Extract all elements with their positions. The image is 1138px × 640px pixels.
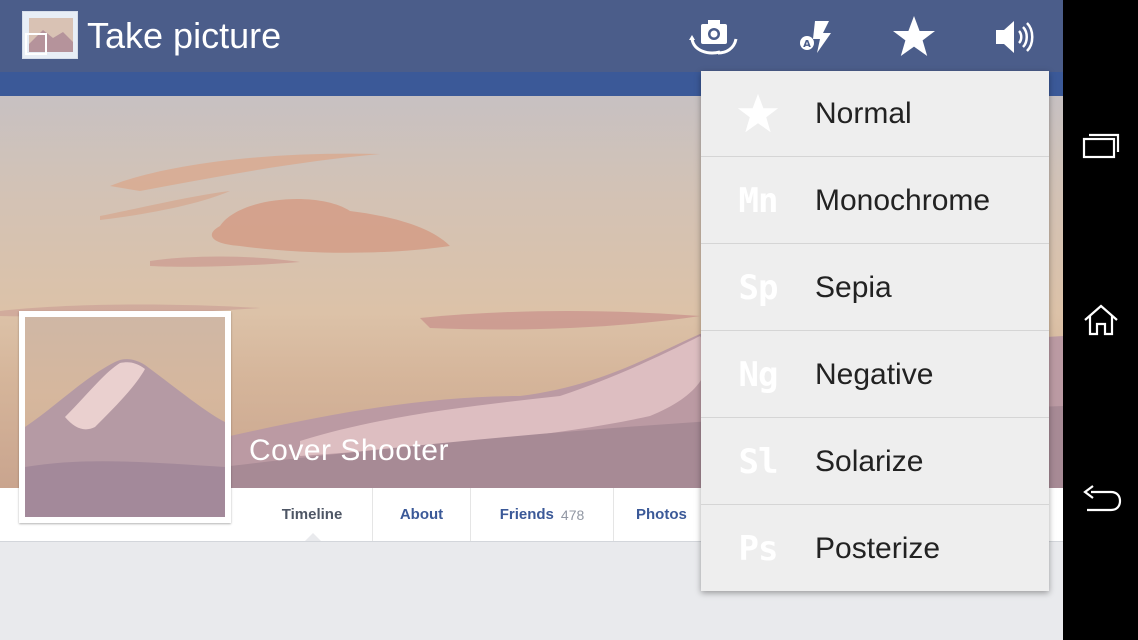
menu-item-sepia[interactable]: Sp Sepia [701, 245, 1049, 331]
app-icon[interactable] [22, 11, 78, 59]
menu-item-negative[interactable]: Ng Negative [701, 332, 1049, 418]
home-icon [1083, 304, 1118, 336]
menu-item-label: Negative [815, 358, 934, 391]
profile-mountain-image [25, 359, 225, 517]
camera-app: Take picture A Timeline About Friends 47… [0, 0, 1063, 640]
system-nav-bar [1063, 0, 1138, 640]
effects-star-icon [893, 16, 935, 56]
sepia-icon: Sp [738, 268, 779, 308]
recent-apps-button[interactable] [1063, 106, 1138, 186]
menu-item-label: Posterize [815, 532, 941, 565]
tab-label: About [399, 506, 444, 523]
tab-label: Photos [636, 506, 687, 523]
action-bar: Take picture A [0, 0, 1063, 72]
flash-auto-button[interactable]: A [789, 12, 841, 62]
menu-item-label: Normal [815, 97, 912, 130]
menu-item-posterize[interactable]: Ps Posterize [701, 506, 1049, 592]
star-icon [723, 71, 793, 157]
switch-camera-icon [689, 20, 738, 55]
menu-item-monochrome[interactable]: Mn Monochrome [701, 158, 1049, 244]
solarize-icon: Sl [738, 442, 779, 482]
home-button[interactable] [1063, 280, 1138, 360]
volume-button[interactable] [988, 12, 1040, 62]
tab-label: Friends [499, 506, 554, 523]
tab-friends[interactable]: Friends 478 [471, 488, 614, 541]
back-button[interactable] [1063, 460, 1138, 540]
effects-menu: Normal Mn Monochrome Sp Sepia Ng Negativ… [701, 71, 1049, 591]
menu-item-normal[interactable]: Normal [701, 71, 1049, 157]
tab-label: Timeline [281, 506, 343, 523]
volume-icon [996, 21, 1034, 53]
menu-item-label: Monochrome [815, 184, 991, 217]
svg-text:A: A [803, 39, 811, 50]
page-title: Take picture [87, 15, 282, 56]
profile-picture[interactable] [19, 311, 231, 523]
tab-about[interactable]: About [373, 488, 471, 541]
posterize-icon: Ps [738, 529, 779, 569]
negative-icon: Ng [738, 355, 779, 395]
active-tab-caret [305, 533, 321, 541]
menu-item-label: Solarize [815, 445, 924, 478]
switch-camera-button[interactable] [688, 12, 740, 62]
monochrome-icon: Mn [738, 181, 779, 221]
recent-apps-icon [1082, 133, 1119, 159]
menu-item-label: Sepia [815, 271, 892, 304]
back-icon [1082, 485, 1121, 512]
menu-item-solarize[interactable]: Sl Solarize [701, 419, 1049, 505]
profile-name: Cover Shooter [249, 434, 449, 467]
effects-button[interactable] [888, 12, 940, 62]
flash-auto-icon: A [800, 21, 831, 53]
friends-count: 478 [560, 506, 585, 523]
